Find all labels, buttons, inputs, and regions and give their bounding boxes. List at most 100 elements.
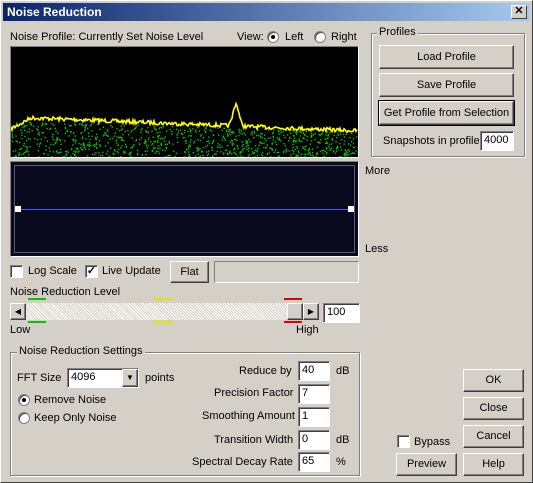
low-label: Low xyxy=(10,324,31,336)
noise-dot xyxy=(141,154,143,156)
transition-input[interactable]: 0 xyxy=(298,430,330,450)
nr-level-scrollbar[interactable]: ◀ ▶ xyxy=(10,303,319,320)
noise-dot xyxy=(329,149,331,152)
scroll-left-button[interactable]: ◀ xyxy=(10,303,26,320)
noise-dot xyxy=(331,139,334,141)
noise-dot xyxy=(116,128,118,130)
close-icon[interactable]: ✕ xyxy=(511,5,527,19)
noise-dot xyxy=(60,148,62,151)
noise-dot xyxy=(294,148,297,151)
bypass-checkbox[interactable] xyxy=(397,435,410,448)
chevron-down-icon[interactable]: ▼ xyxy=(122,369,138,387)
keep-noise-radio[interactable] xyxy=(18,412,30,424)
reduce-by-input[interactable]: 40 xyxy=(298,361,330,381)
noise-dot xyxy=(219,146,221,149)
flat-button[interactable]: Flat xyxy=(170,261,209,283)
noise-dot xyxy=(237,156,239,157)
noise-dot xyxy=(324,150,326,153)
noise-dot xyxy=(29,146,31,148)
noise-dot xyxy=(223,127,226,130)
noise-dot xyxy=(260,133,262,135)
noise-dot xyxy=(283,150,285,152)
noise-dot xyxy=(299,135,301,137)
decay-input[interactable]: 65 xyxy=(298,452,330,472)
noise-dot xyxy=(175,152,178,154)
noise-dot xyxy=(140,131,142,134)
smoothing-input[interactable]: 1 xyxy=(298,407,330,427)
scroll-track[interactable] xyxy=(26,303,303,320)
noise-dot xyxy=(328,143,331,146)
noise-dot xyxy=(114,132,117,134)
get-profile-button[interactable]: Get Profile from Selection xyxy=(378,100,515,126)
curve-handle-right[interactable] xyxy=(348,206,354,212)
log-scale-checkbox[interactable] xyxy=(10,265,23,278)
noise-dot xyxy=(85,138,87,140)
view-right-radio[interactable] xyxy=(314,31,326,43)
noise-dot xyxy=(289,132,292,134)
nr-level-input[interactable]: 100 xyxy=(323,303,360,323)
close-button[interactable]: Close xyxy=(463,397,524,420)
noise-dot xyxy=(217,143,219,145)
noise-dot xyxy=(120,129,123,131)
nr-level-thumb[interactable] xyxy=(287,303,303,320)
noise-dot xyxy=(258,134,260,137)
snapshots-input[interactable]: 4000 xyxy=(480,131,514,151)
noise-dot xyxy=(290,156,292,157)
noise-dot xyxy=(326,137,328,140)
green-mark-top xyxy=(28,298,46,300)
noise-dot xyxy=(140,136,143,139)
curve-handle-left[interactable] xyxy=(15,206,21,212)
noise-dot xyxy=(221,139,223,141)
save-profile-button[interactable]: Save Profile xyxy=(379,73,514,97)
noise-dot xyxy=(211,149,213,151)
noise-dot xyxy=(81,123,83,125)
noise-dot xyxy=(349,153,351,155)
precision-input[interactable]: 7 xyxy=(298,384,330,404)
noise-dot xyxy=(324,138,326,140)
noise-dot xyxy=(241,133,243,135)
noise-dot xyxy=(212,141,214,143)
noise-dot xyxy=(56,137,58,139)
noise-dot xyxy=(348,150,351,152)
noise-dot xyxy=(256,149,258,151)
reduction-curve-editor[interactable] xyxy=(10,161,359,257)
cancel-button[interactable]: Cancel xyxy=(463,425,524,448)
noise-dot xyxy=(315,155,317,157)
noise-dot xyxy=(217,127,219,129)
noise-dot xyxy=(55,130,57,132)
noise-dot xyxy=(89,144,91,146)
remove-noise-radio[interactable] xyxy=(18,394,30,406)
fft-size-value: 4096 xyxy=(71,371,96,383)
noise-dot xyxy=(325,142,327,145)
noise-dot xyxy=(70,131,72,133)
noise-dot xyxy=(213,139,215,142)
noise-dot xyxy=(226,149,228,151)
noise-profile-label: Noise Profile: Currently Set Noise Level xyxy=(10,31,204,43)
noise-dot xyxy=(314,133,317,135)
noise-dot xyxy=(340,149,342,151)
fft-size-select[interactable]: 4096 ▼ xyxy=(67,368,139,388)
noise-dot xyxy=(293,137,296,139)
live-update-checkbox[interactable]: ✓ xyxy=(85,265,98,278)
title-bar[interactable]: Noise Reduction ✕ xyxy=(3,3,530,21)
help-button[interactable]: Help xyxy=(463,453,524,476)
noise-dot xyxy=(353,146,356,149)
noise-dot xyxy=(155,129,157,131)
preview-button[interactable]: Preview xyxy=(396,453,457,476)
noise-dot xyxy=(147,131,149,133)
load-profile-button[interactable]: Load Profile xyxy=(379,45,514,69)
scroll-right-button[interactable]: ▶ xyxy=(303,303,319,320)
noise-dot xyxy=(156,132,158,134)
noise-dot xyxy=(260,153,263,156)
ok-button[interactable]: OK xyxy=(463,369,524,392)
noise-dot xyxy=(99,154,102,156)
noise-dot xyxy=(184,136,186,139)
noise-dot xyxy=(353,152,356,154)
noise-dot xyxy=(154,146,156,149)
noise-dot xyxy=(151,144,153,146)
view-left-radio[interactable] xyxy=(267,31,279,43)
noise-dot xyxy=(144,150,147,152)
noise-dot xyxy=(81,136,84,138)
noise-dot xyxy=(119,156,122,157)
noise-dot xyxy=(37,139,39,141)
